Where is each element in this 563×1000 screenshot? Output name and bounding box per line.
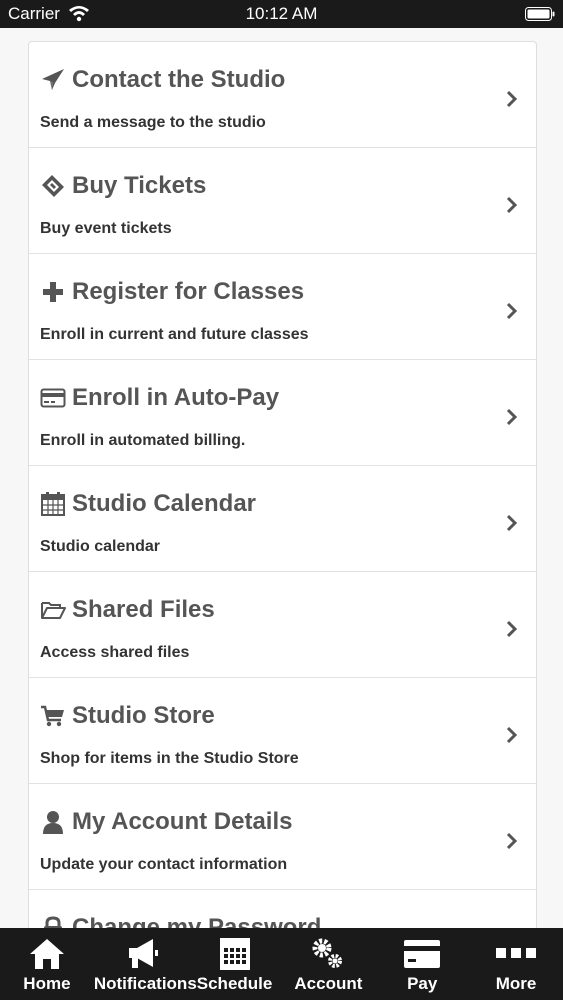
menu-item-subtitle: Shop for items in the Studio Store bbox=[40, 750, 299, 767]
tab-label: More bbox=[495, 974, 537, 993]
menu-item-buy-tickets[interactable]: Buy Tickets Buy event tickets bbox=[29, 148, 536, 254]
clock-time: 10:12 AM bbox=[245, 4, 318, 23]
folder-open-icon bbox=[40, 597, 66, 623]
tab-label: Schedule bbox=[196, 974, 273, 993]
home-icon bbox=[27, 936, 67, 972]
chevron-right-icon bbox=[506, 408, 518, 426]
battery-icon bbox=[525, 6, 555, 21]
chevron-right-icon bbox=[506, 620, 518, 638]
tab-label: Home bbox=[23, 974, 71, 993]
status-bar: Carrier 10:12 AM bbox=[0, 0, 563, 28]
tab-more[interactable]: More bbox=[469, 928, 563, 1000]
tab-pay[interactable]: Pay bbox=[375, 928, 469, 1000]
chevron-right-icon bbox=[506, 514, 518, 532]
menu-item-contact-studio[interactable]: Contact the Studio Send a message to the… bbox=[29, 42, 536, 148]
menu-item-title: Studio Store bbox=[40, 702, 215, 730]
menu-item-subtitle: Send a message to the studio bbox=[40, 114, 266, 131]
tab-label: Account bbox=[294, 974, 363, 993]
menu-item-title: Change my Password bbox=[40, 914, 321, 928]
menu-item-title: Contact the Studio bbox=[40, 66, 285, 94]
menu-list: Contact the Studio Send a message to the… bbox=[28, 41, 537, 928]
menu-content[interactable]: Contact the Studio Send a message to the… bbox=[0, 28, 563, 928]
chevron-right-icon bbox=[506, 302, 518, 320]
tab-label: Notifications bbox=[93, 974, 197, 993]
menu-item-subtitle: Studio calendar bbox=[40, 538, 161, 555]
menu-item-subtitle: Buy event tickets bbox=[40, 220, 172, 237]
chevron-right-icon bbox=[506, 726, 518, 744]
menu-item-subtitle: Update your contact information bbox=[40, 856, 288, 873]
menu-item-subtitle: Access shared files bbox=[40, 644, 190, 661]
megaphone-icon bbox=[121, 936, 161, 972]
user-icon bbox=[40, 809, 66, 835]
ticket-icon bbox=[40, 173, 66, 199]
menu-item-title: Register for Classes bbox=[40, 278, 304, 306]
tab-bar: Home Notifications Schedule Account Pay … bbox=[0, 928, 563, 1000]
menu-item-register-classes[interactable]: Register for Classes Enroll in current a… bbox=[29, 254, 536, 360]
shopping-cart-icon bbox=[40, 703, 66, 729]
tab-home[interactable]: Home bbox=[0, 928, 94, 1000]
calendar-icon bbox=[40, 491, 66, 517]
menu-item-studio-calendar[interactable]: Studio Calendar Studio calendar bbox=[29, 466, 536, 572]
menu-item-auto-pay[interactable]: Enroll in Auto-Pay Enroll in automated b… bbox=[29, 360, 536, 466]
paper-plane-icon bbox=[40, 67, 66, 93]
chevron-right-icon bbox=[506, 196, 518, 214]
credit-card-icon bbox=[40, 385, 66, 411]
tab-notifications[interactable]: Notifications bbox=[93, 928, 197, 1000]
menu-item-title: Studio Calendar bbox=[40, 490, 256, 518]
menu-item-shared-files[interactable]: Shared Files Access shared files bbox=[29, 572, 536, 678]
more-icon bbox=[496, 936, 537, 972]
tab-schedule[interactable]: Schedule bbox=[188, 928, 282, 1000]
menu-item-subtitle: Enroll in automated billing. bbox=[40, 432, 246, 449]
menu-item-account-details[interactable]: My Account Details Update your contact i… bbox=[29, 784, 536, 890]
calendar-grid-icon bbox=[215, 936, 255, 972]
menu-item-title: Buy Tickets bbox=[40, 172, 206, 200]
menu-item-change-password[interactable]: Change my Password bbox=[29, 890, 536, 928]
chevron-right-icon bbox=[506, 90, 518, 108]
menu-item-subtitle: Enroll in current and future classes bbox=[40, 326, 309, 343]
chevron-right-icon bbox=[506, 832, 518, 850]
card-icon bbox=[402, 936, 442, 972]
plus-icon bbox=[40, 279, 66, 305]
tab-label: Pay bbox=[407, 974, 438, 993]
menu-item-title: My Account Details bbox=[40, 808, 293, 836]
gears-icon bbox=[308, 936, 348, 972]
tab-account[interactable]: Account bbox=[281, 928, 375, 1000]
menu-item-title: Enroll in Auto-Pay bbox=[40, 384, 279, 412]
menu-item-title: Shared Files bbox=[40, 596, 215, 624]
menu-item-studio-store[interactable]: Studio Store Shop for items in the Studi… bbox=[29, 678, 536, 784]
lock-icon bbox=[40, 915, 66, 928]
